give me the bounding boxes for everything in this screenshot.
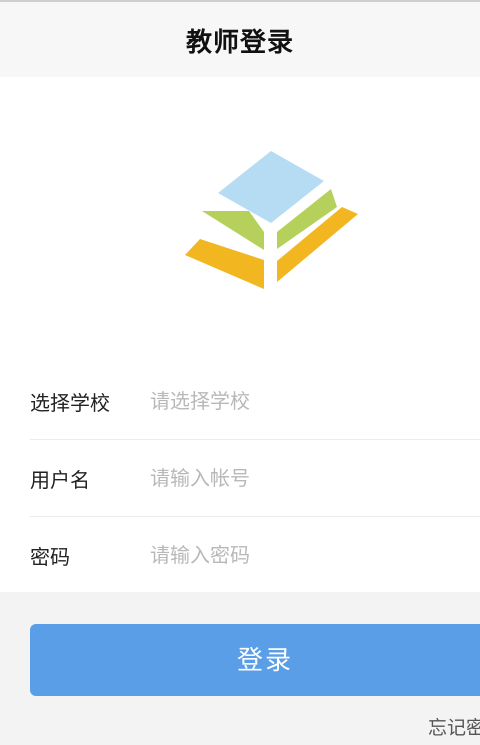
school-label: 选择学校	[30, 391, 110, 415]
page-title: 教师登录	[185, 28, 294, 58]
password-row: 密码	[30, 517, 480, 594]
logo-bottom-left-layer	[185, 239, 264, 289]
login-panel: 选择学校 用户名 密码	[0, 77, 480, 592]
username-label: 用户名	[30, 468, 90, 492]
username-row: 用户名	[30, 440, 480, 517]
password-input[interactable]	[150, 535, 470, 575]
top-bar: 教师登录	[0, 0, 480, 77]
pyramid-logo-icon	[185, 151, 358, 289]
password-label: 密码	[30, 545, 70, 569]
login-button[interactable]: 登录	[30, 624, 480, 696]
school-select[interactable]	[150, 381, 470, 421]
forgot-password-link[interactable]: 忘记密码	[428, 713, 480, 740]
username-input[interactable]	[150, 458, 470, 498]
school-row[interactable]: 选择学校	[30, 363, 480, 440]
